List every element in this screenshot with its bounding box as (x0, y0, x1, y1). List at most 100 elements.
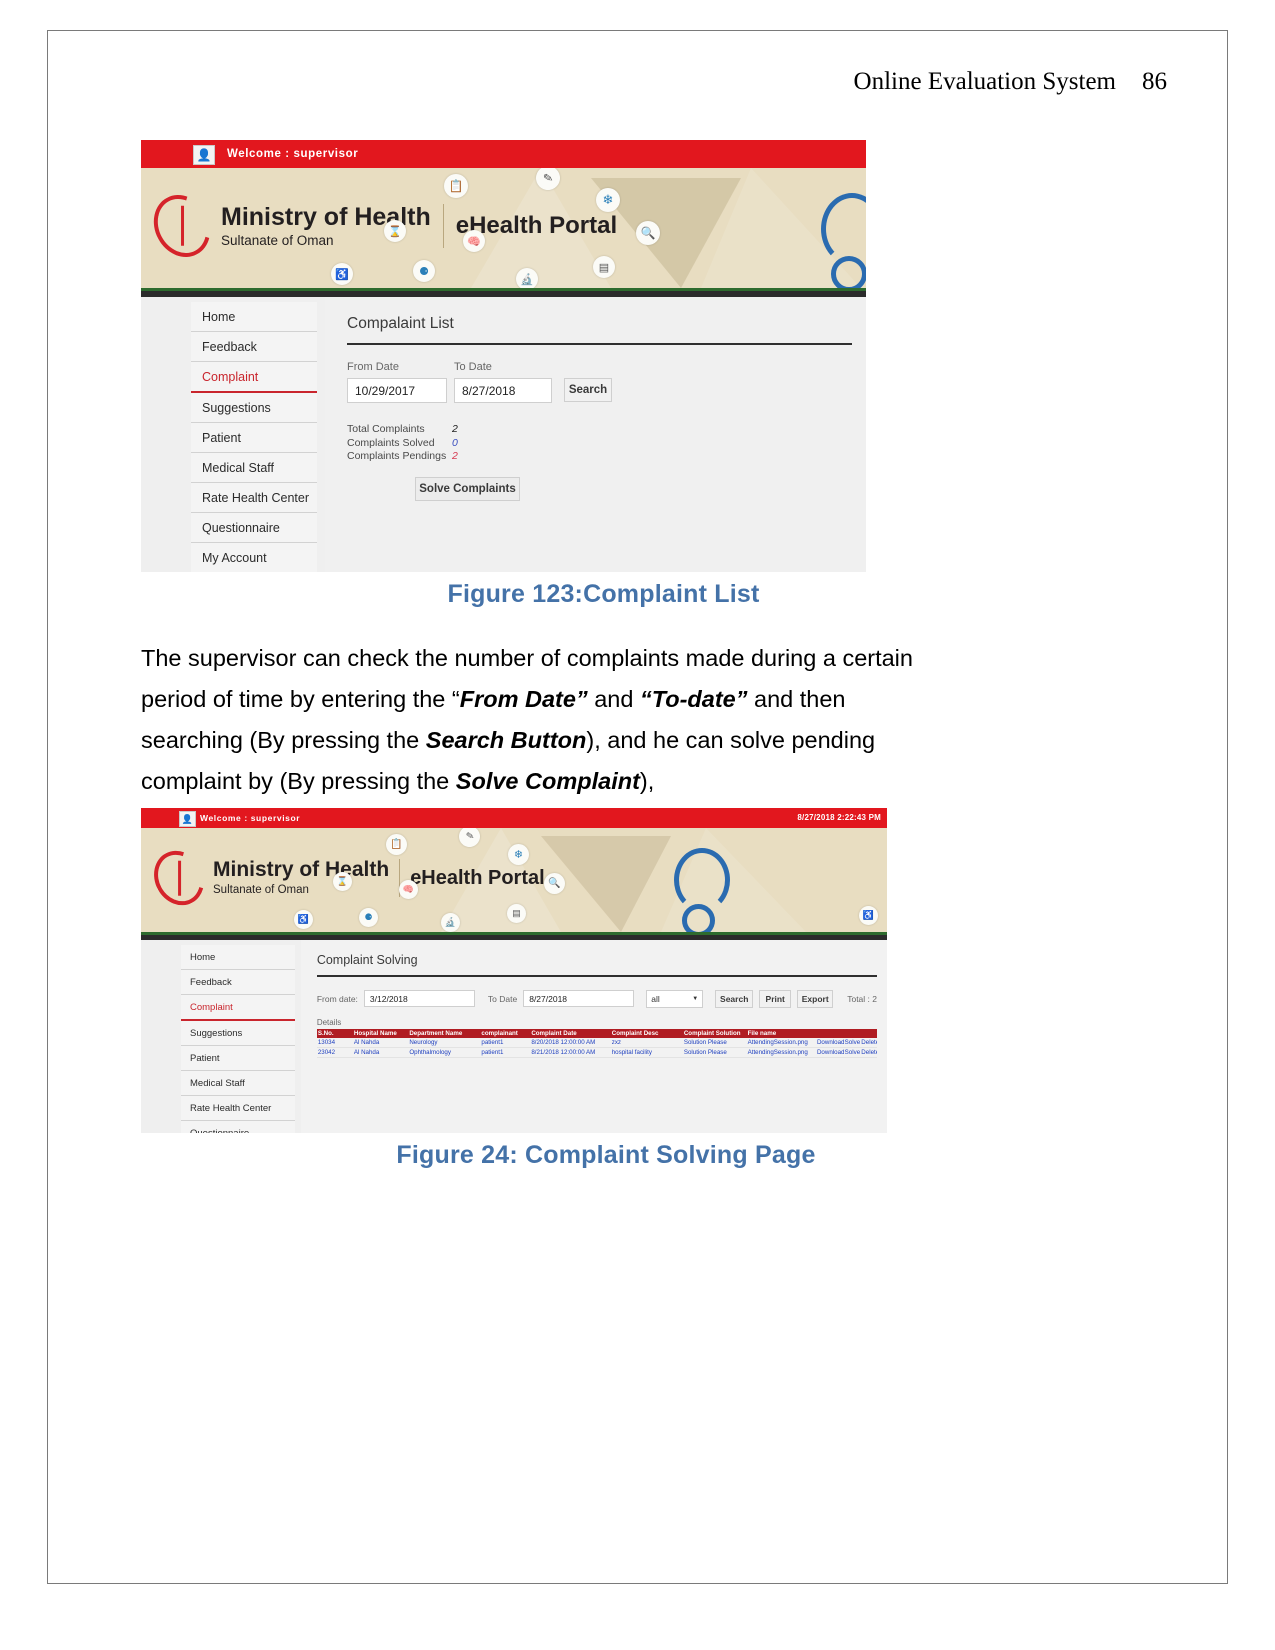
stat-row-total: Total Complaints 2 (347, 423, 852, 437)
stat-row-solved: Complaints Solved 0 (347, 437, 852, 451)
sidebar-item-suggestions[interactable]: Suggestions (181, 1021, 295, 1046)
sidebar-item-rate-health-center[interactable]: Rate Health Center (191, 483, 317, 513)
complaint-solving-panel: Complaint Solving From date: 3/12/2018 T… (300, 940, 887, 1133)
col-complaint-date: Complaint Date (530, 1028, 611, 1038)
complaints-table: S.No. Hospital Name Department Name comp… (316, 1028, 877, 1058)
brain-icon: 🧠 (399, 880, 418, 899)
sidebar-item-home[interactable]: Home (181, 945, 295, 970)
from-date-label: From Date (347, 361, 399, 373)
table-header-row: S.No. Hospital Name Department Name comp… (316, 1028, 877, 1038)
from-date-input[interactable]: 10/29/2017 (347, 378, 447, 403)
hourglass-icon: ⌛ (333, 872, 352, 891)
paragraph-line-2-a: period of time by entering the “ (141, 686, 460, 712)
sidebar-item-complaint[interactable]: Complaint (191, 362, 317, 393)
cell-hospital-name: Al Nahda (352, 1047, 409, 1058)
sidebar-item-label: Medical Staff (190, 1077, 245, 1089)
sidebar-item-label: Suggestions (202, 400, 271, 415)
col-complaint-solution: Complaint Solution (682, 1028, 747, 1038)
paragraph-line-3-c: ), and he can solve pending (586, 727, 876, 753)
status-filter-select[interactable]: all ▼ (646, 989, 704, 1008)
to-date-group: To Date 8/27/2018 (454, 361, 564, 403)
download-link[interactable]: Download (815, 1047, 844, 1058)
paragraph-line-4-c: ), (639, 768, 655, 794)
solve-link[interactable]: Solve (843, 1047, 861, 1058)
welcome-label: Welcome : supervisor (200, 813, 301, 823)
search-button[interactable]: Search (715, 989, 754, 1008)
sidebar-item-label: Complaint (202, 369, 259, 384)
sidebar-item-label: Patient (190, 1052, 220, 1064)
stat-value: 0 (452, 436, 458, 449)
sidebar-item-feedback[interactable]: Feedback (181, 970, 295, 995)
cell-complainant: patient1 (480, 1037, 531, 1048)
solve-complaints-button[interactable]: Solve Complaints (415, 476, 520, 501)
sidebar-item-feedback[interactable]: Feedback (191, 332, 317, 362)
sidebar-item-medical-staff[interactable]: Medical Staff (191, 453, 317, 483)
to-date-label: To Date (487, 993, 518, 1004)
print-button[interactable]: Print (759, 989, 792, 1008)
cell-sno: 23042 (316, 1047, 353, 1058)
col-sno: S.No. (316, 1028, 353, 1038)
cell-complaint-desc: hospital facility (610, 1047, 683, 1058)
panel-title: Compalaint List (347, 315, 454, 332)
molecule-icon: ⚈ (413, 260, 435, 282)
sidebar-item-patient[interactable]: Patient (191, 423, 317, 453)
sidebar-item-questionnaire[interactable]: Questionnaire (181, 1121, 295, 1133)
sidebar-item-suggestions[interactable]: Suggestions (191, 393, 317, 423)
to-date-input[interactable]: 8/27/2018 (523, 990, 635, 1007)
figure-1-caption: Figure 123:Complaint List (447, 580, 760, 608)
sidebar-item-medical-staff[interactable]: Medical Staff (181, 1071, 295, 1096)
delete-link[interactable]: Delete (860, 1047, 877, 1058)
page-header: Online Evaluation System 86 (854, 68, 1167, 96)
brain-icon: 🧠 (463, 230, 485, 252)
stethoscope-bell-icon (682, 904, 715, 932)
download-link[interactable]: Download (815, 1037, 844, 1048)
export-button[interactable]: Export (797, 989, 834, 1008)
from-date-input[interactable]: 3/12/2018 (363, 990, 475, 1007)
header-title: Online Evaluation System (853, 68, 1116, 95)
stethoscope-icon (674, 848, 730, 912)
complaint-stats: Total Complaints 2 Complaints Solved 0 C… (347, 423, 852, 464)
search-button-label: Search (720, 993, 749, 1004)
sidebar-item-rate-health-center[interactable]: Rate Health Center (181, 1096, 295, 1121)
sidebar-item-patient[interactable]: Patient (181, 1046, 295, 1071)
search-button[interactable]: Search (564, 378, 612, 402)
status-filter-value: all (651, 993, 660, 1004)
sidebar-item-questionnaire[interactable]: Questionnaire (191, 513, 317, 543)
from-date-group: From Date 10/29/2017 (347, 361, 454, 403)
cell-department-name: Ophthalmology (408, 1047, 481, 1058)
sidebar-item-label: Questionnaire (202, 520, 280, 535)
welcome-label: Welcome : supervisor (227, 148, 359, 160)
clipboard-icon: 📋 (386, 834, 407, 855)
sidebar-item-label: Rate Health Center (202, 490, 310, 505)
table-row[interactable]: 13034 Al Nahda Neurology patient1 8/20/2… (316, 1037, 877, 1048)
app-body: Home Feedback Complaint Suggestions Pati… (141, 940, 887, 1133)
to-date-input[interactable]: 8/27/2018 (454, 378, 552, 403)
stat-row-pending: Complaints Pendings 2 (347, 450, 852, 464)
cell-hospital-name: Al Nahda (352, 1037, 409, 1048)
emphasis-to-date: “To-date” (639, 686, 748, 712)
barcode-icon: ▤ (593, 256, 615, 278)
to-date-value: 8/27/2018 (529, 993, 568, 1004)
page-number: 86 (1142, 68, 1167, 95)
solve-link[interactable]: Solve (843, 1037, 861, 1048)
figure-1-screenshot: 👤 Welcome : supervisor Ministry of Healt… (141, 140, 866, 572)
emphasis-search-button: Search Button (425, 727, 587, 753)
magnifier-icon: 🔍 (544, 873, 565, 894)
delete-link[interactable]: Delete (860, 1037, 877, 1048)
sidebar-item-my-account[interactable]: My Account (191, 543, 317, 572)
body-paragraph: The supervisor can check the number of c… (141, 638, 1041, 802)
app-body: Home Feedback Complaint Suggestions Pati… (141, 297, 866, 572)
details-label: Details (316, 1017, 342, 1027)
microscope-icon: 🔬 (516, 268, 538, 288)
sidebar-item-complaint[interactable]: Complaint (181, 995, 295, 1021)
sidebar-item-label: Rate Health Center (190, 1102, 272, 1114)
portal-name: eHealth Portal (410, 866, 545, 889)
paragraph-line-4-a: complaint by (By pressing the (141, 768, 456, 794)
col-file-name: File name (746, 1028, 816, 1038)
stat-label: Total Complaints (347, 423, 425, 435)
ministry-name: Ministry of Health Sultanate of Oman (213, 859, 389, 897)
sidebar-item-label: Home (190, 951, 216, 963)
export-button-label: Export (801, 993, 829, 1004)
sidebar-item-home[interactable]: Home (191, 302, 317, 332)
table-row[interactable]: 23042 Al Nahda Ophthalmology patient1 8/… (316, 1047, 877, 1058)
